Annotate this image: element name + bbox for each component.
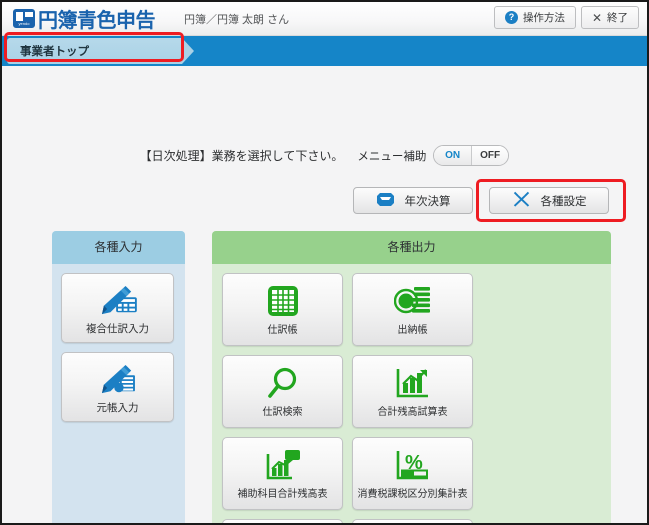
bar-chart-arrow-icon: [395, 364, 431, 402]
tile-sub-account-balance-label: 補助科目合計残高表: [237, 489, 328, 500]
tab-arrow-icon: [182, 38, 194, 64]
abacus-icon: [376, 192, 395, 210]
tile-journal-search-label: 仕訳検索: [262, 407, 303, 418]
annual-settlement-button[interactable]: 年次決算: [353, 187, 473, 214]
settings-button[interactable]: 各種設定: [489, 187, 609, 214]
tile-compound-journal-entry[interactable]: 複合仕訳入力: [61, 273, 174, 343]
tile-journal-book-label: 仕訳帳: [267, 325, 298, 336]
prompt-text: 【日次処理】業務を選択して下さい。: [139, 149, 344, 163]
annual-settlement-label: 年次決算: [404, 195, 451, 208]
panel-output-title: 各種出力: [212, 231, 611, 264]
panel-input-grid: 複合仕訳入力 元帳入力: [52, 264, 185, 501]
prompt-row: 【日次処理】業務を選択して下さい。 メニュー補助 ON OFF: [2, 145, 647, 166]
header-actions: ? 操作方法 ✕ 終了: [493, 6, 639, 29]
tile-sub-ledger[interactable]: 補助元帳: [352, 519, 473, 523]
tile-cash-book-label: 出納帳: [397, 325, 428, 336]
tile-trial-balance-label: 合計残高試算表: [377, 407, 448, 418]
tile-tax-category-summary[interactable]: % 消費税課税区分別集計表: [352, 437, 473, 510]
main-content: 【日次処理】業務を選択して下さい。 メニュー補助 ON OFF 年次決算 各種設…: [2, 66, 647, 523]
app-title: 円簿青色申告: [38, 10, 156, 32]
application-window: yendo 円簿青色申告 円簿／円簿 太朗 さん ? 操作方法 ✕ 終了 事業者…: [0, 0, 649, 525]
table-grid-icon: [266, 282, 300, 320]
close-icon: ✕: [591, 10, 602, 25]
toggle-off-segment[interactable]: OFF: [470, 146, 509, 165]
panels-area: 各種入力 複合仕訳入力 元帳入力 各種出力 仕訳帳 出納帳 仕訳検索 合計残高試…: [2, 231, 647, 523]
menu-assist-toggle[interactable]: ON OFF: [433, 145, 510, 166]
user-name-label: 円簿／円簿 太朗 さん: [184, 13, 290, 26]
tile-journal-book[interactable]: 仕訳帳: [222, 273, 343, 346]
percent-icon: %: [395, 446, 431, 484]
exit-button[interactable]: ✕ 終了: [580, 6, 639, 29]
pencil-book-icon: [97, 361, 139, 399]
panel-output: 各種出力 仕訳帳 出納帳 仕訳検索 合計残高試算表 補助科目合計残高表 % 消費…: [212, 231, 611, 523]
tile-trial-balance[interactable]: 合計残高試算表: [352, 355, 473, 428]
exit-button-label: 終了: [607, 12, 628, 24]
panel-input-empty-slot: [61, 431, 174, 501]
settings-label: 各種設定: [540, 195, 587, 208]
tab-business-top-label: 事業者トップ: [20, 46, 89, 58]
tile-tax-category-summary-label: 消費税課税区分別集計表: [357, 489, 468, 500]
brand-logo: yendo 円簿青色申告: [13, 4, 156, 33]
coin-bills-icon: [393, 282, 432, 320]
magnifier-icon: [266, 364, 300, 402]
app-header: yendo 円簿青色申告 円簿／円簿 太朗 さん ? 操作方法 ✕ 終了: [2, 2, 647, 36]
question-mark-icon: ?: [504, 11, 518, 24]
tile-ledger-entry[interactable]: 元帳入力: [61, 352, 174, 422]
logo-wordmark: yendo: [15, 21, 33, 26]
tile-journal-search[interactable]: 仕訳検索: [222, 355, 343, 428]
menu-assist-label: メニュー補助: [357, 150, 427, 163]
toggle-on-segment[interactable]: ON: [434, 146, 471, 165]
help-button[interactable]: ? 操作方法: [493, 6, 576, 29]
help-button-label: 操作方法: [522, 12, 565, 24]
pencil-ledger-icon: [97, 282, 139, 320]
bar-chart-flag-icon: [265, 446, 301, 484]
panel-output-grid: 仕訳帳 出納帳 仕訳検索 合計残高試算表 補助科目合計残高表 % 消費税課税区分…: [212, 264, 611, 523]
tile-cash-book[interactable]: 出納帳: [352, 273, 473, 346]
panel-input: 各種入力 複合仕訳入力 元帳入力: [52, 231, 185, 523]
tile-general-ledger[interactable]: 総勘定元帳: [222, 519, 343, 523]
tile-compound-journal-entry-label: 複合仕訳入力: [86, 323, 149, 335]
yendo-logo-icon: yendo: [13, 9, 35, 28]
panel-input-title: 各種入力: [52, 231, 185, 264]
tab-bar: 事業者トップ: [2, 36, 647, 66]
wrench-screwdriver-icon: [512, 190, 531, 211]
tab-business-top[interactable]: 事業者トップ: [7, 38, 182, 64]
tile-sub-account-balance[interactable]: 補助科目合計残高表: [222, 437, 343, 510]
top-action-buttons: 年次決算 各種設定: [353, 187, 609, 214]
tile-ledger-entry-label: 元帳入力: [96, 402, 139, 414]
